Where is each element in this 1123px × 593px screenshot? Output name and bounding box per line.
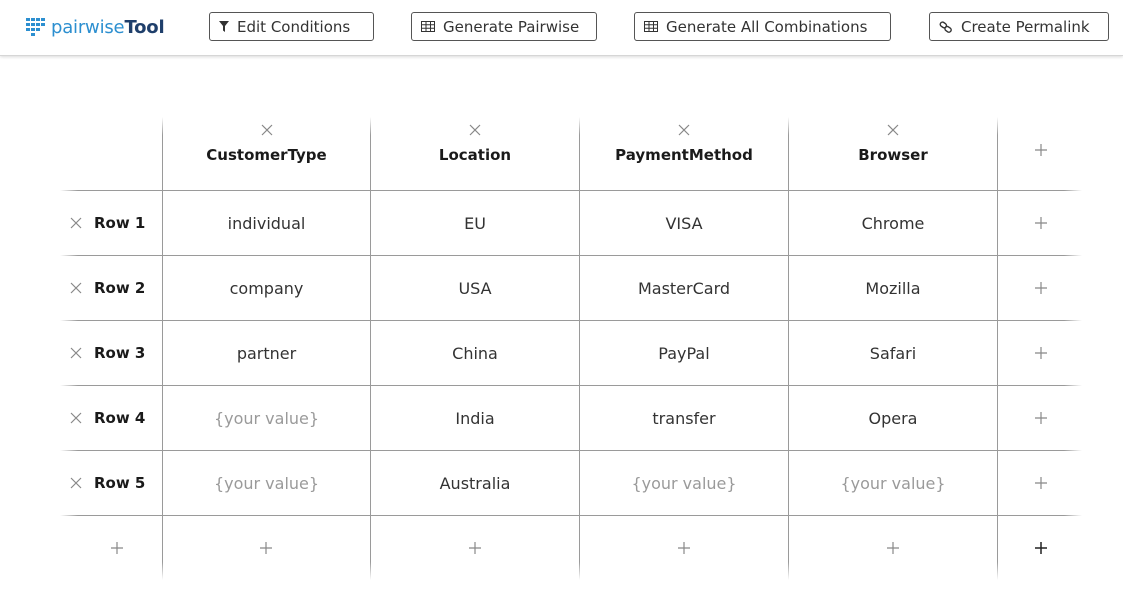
add-row-plus-icon[interactable] [677,541,691,555]
remove-column-close-icon[interactable] [261,124,273,136]
add-column-plus-icon[interactable] [1034,143,1048,157]
value-cell[interactable]: Australia [371,451,579,515]
cell-placeholder: {your value} [631,473,737,493]
value-cell[interactable]: transfer [580,386,788,450]
row-label: Row 4 [94,409,146,427]
add-value-plus-icon[interactable] [1034,216,1048,230]
column-name[interactable]: CustomerType [206,146,326,164]
remove-row-close-icon[interactable] [70,217,82,229]
remove-column-close-icon[interactable] [887,124,899,136]
conditions-grid: CustomerType Location PaymentMethod Brow… [0,0,1123,593]
value-cell[interactable]: company [163,256,370,320]
add-row-plus-icon[interactable] [259,541,273,555]
cell-value: individual [227,213,306,233]
column-header: Browser [789,124,997,164]
empty-value-cell[interactable]: {your value} [789,451,997,515]
value-cell[interactable]: Chrome [789,191,997,255]
add-row-and-column-plus-icon[interactable] [1034,541,1048,555]
column-name[interactable]: Location [439,146,511,164]
value-cell[interactable]: individual [163,191,370,255]
add-value-plus-icon[interactable] [1034,476,1048,490]
row-header: Row 2 [70,256,155,320]
row-header: Row 3 [70,321,155,385]
cell-placeholder: {your value} [840,473,946,493]
add-row-plus-icon[interactable] [110,541,124,555]
remove-row-close-icon[interactable] [70,477,82,489]
add-value-plus-icon[interactable] [1034,411,1048,425]
value-cell[interactable]: Opera [789,386,997,450]
column-name[interactable]: PaymentMethod [615,146,753,164]
column-header: PaymentMethod [580,124,788,164]
value-cell[interactable]: India [371,386,579,450]
value-cell[interactable]: EU [371,191,579,255]
column-name[interactable]: Browser [858,146,928,164]
remove-column-close-icon[interactable] [469,124,481,136]
cell-placeholder: {your value} [213,473,320,493]
cell-value: transfer [652,408,716,428]
grid-hline [60,515,1082,516]
cell-value: India [455,408,495,428]
row-label: Row 1 [94,214,146,232]
cell-value: EU [464,213,486,233]
value-cell[interactable]: partner [163,321,370,385]
value-cell[interactable]: Mozilla [789,256,997,320]
remove-row-close-icon[interactable] [70,412,82,424]
add-row-plus-icon[interactable] [886,541,900,555]
row-header: Row 5 [70,451,155,515]
remove-row-close-icon[interactable] [70,282,82,294]
value-cell[interactable]: Safari [789,321,997,385]
value-cell[interactable]: PayPal [580,321,788,385]
remove-row-close-icon[interactable] [70,347,82,359]
row-label: Row 3 [94,344,146,362]
empty-value-cell[interactable]: {your value} [163,451,370,515]
row-header: Row 1 [70,191,155,255]
value-cell[interactable]: USA [371,256,579,320]
value-cell[interactable]: MasterCard [580,256,788,320]
column-header: CustomerType [163,124,370,164]
add-value-plus-icon[interactable] [1034,281,1048,295]
empty-value-cell[interactable]: {your value} [580,451,788,515]
cell-value: MasterCard [637,278,731,298]
cell-value: USA [458,278,492,298]
cell-value: Opera [868,408,918,428]
cell-placeholder: {your value} [213,408,320,428]
cell-value: VISA [665,213,703,233]
row-label: Row 2 [94,279,146,297]
cell-value: partner [236,343,297,363]
cell-value: Australia [439,473,511,493]
value-cell[interactable]: VISA [580,191,788,255]
cell-value: Mozilla [865,278,921,298]
column-header: Location [371,124,579,164]
cell-value: PayPal [658,343,710,363]
add-row-plus-icon[interactable] [468,541,482,555]
add-value-plus-icon[interactable] [1034,346,1048,360]
row-label: Row 5 [94,474,146,492]
cell-value: company [229,278,304,298]
cell-value: Chrome [861,213,925,233]
cell-value: Safari [869,343,917,363]
grid-vline [997,117,998,580]
remove-column-close-icon[interactable] [678,124,690,136]
row-header: Row 4 [70,386,155,450]
cell-value: China [452,343,498,363]
empty-value-cell[interactable]: {your value} [163,386,370,450]
value-cell[interactable]: China [371,321,579,385]
